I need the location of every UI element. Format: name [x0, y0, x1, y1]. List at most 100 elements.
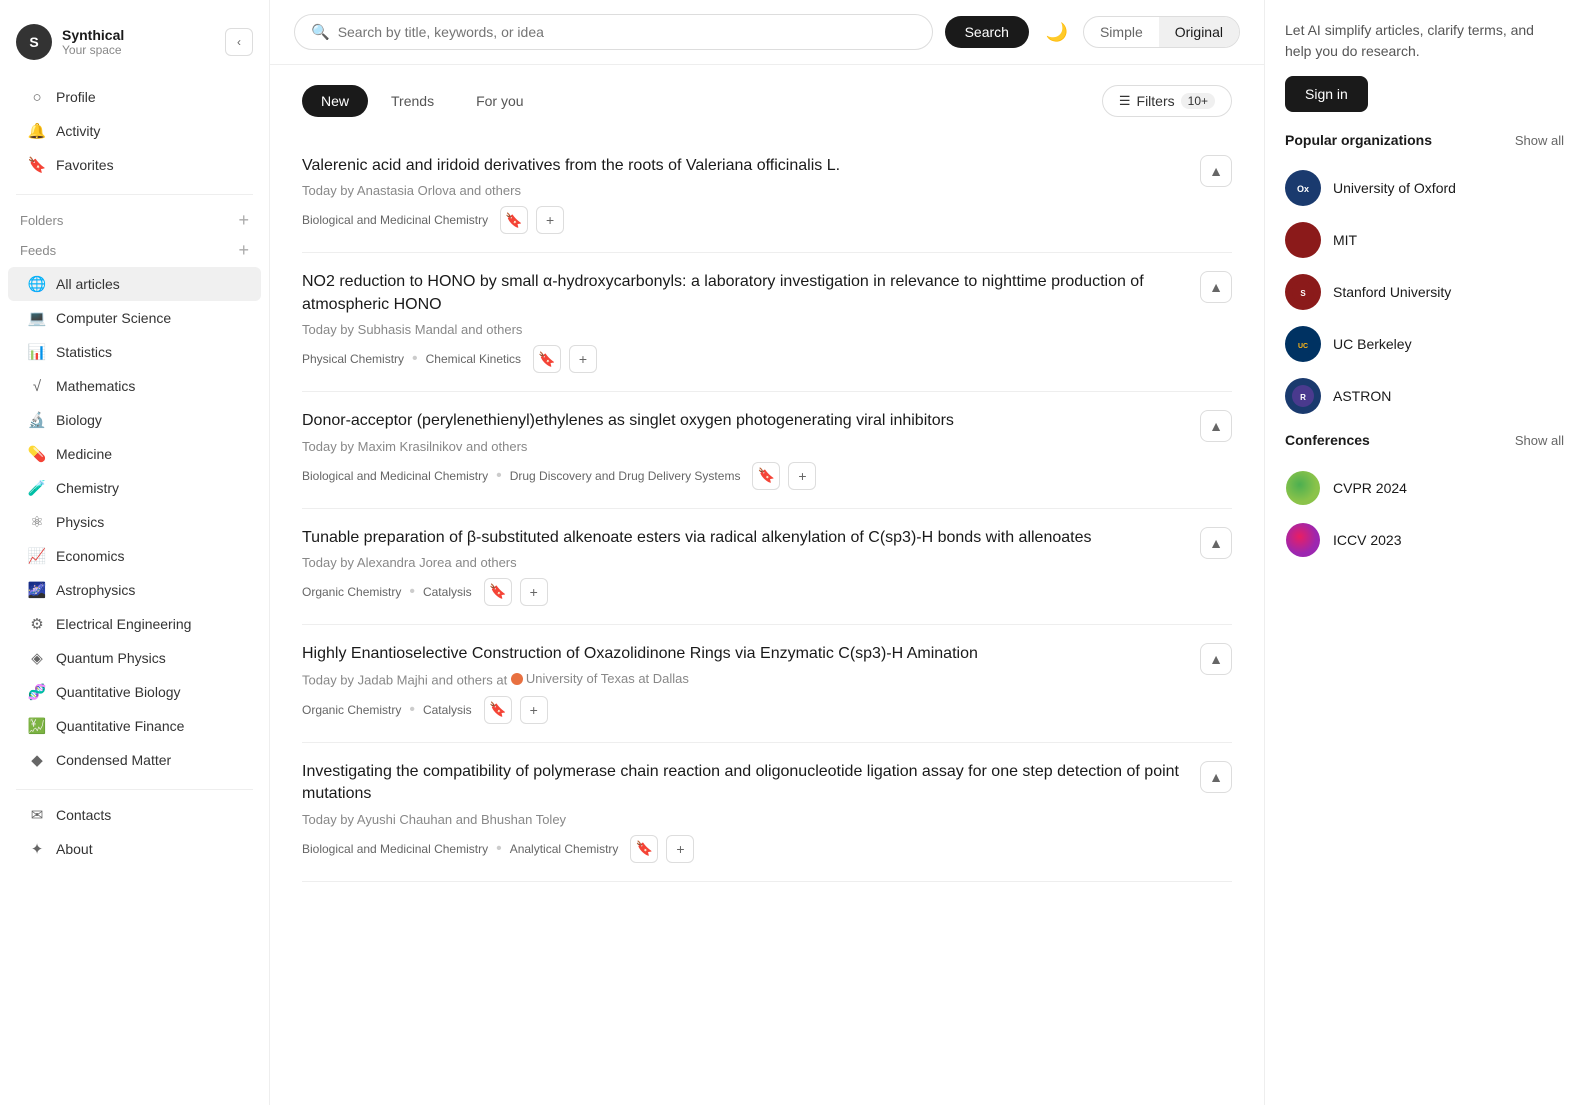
article-tags: Biological and Medicinal Chemistry 🔖 + — [302, 206, 1184, 234]
article-tag: Catalysis — [423, 585, 472, 599]
view-simple-button[interactable]: Simple — [1084, 17, 1159, 47]
bookmark-button[interactable]: 🔖 — [752, 462, 780, 490]
article-title[interactable]: Donor-acceptor (perylenethienyl)ethylene… — [302, 410, 1184, 432]
upvote-button[interactable]: ▲ — [1200, 643, 1232, 675]
add-button[interactable]: + — [536, 206, 564, 234]
table-row: Highly Enantioselective Construction of … — [302, 625, 1232, 743]
sidebar-item-physics[interactable]: ⚛Physics — [8, 505, 261, 539]
filters-button[interactable]: ☰ Filters 10+ — [1102, 85, 1232, 117]
org-item-oxford[interactable]: Ox University of Oxford — [1285, 162, 1564, 214]
bookmark-button[interactable]: 🔖 — [484, 696, 512, 724]
sidebar-item-economics[interactable]: 📈Economics — [8, 539, 261, 573]
sidebar-item-quantum-physics[interactable]: ◈Quantum Physics — [8, 641, 261, 675]
folders-section-header: Folders + — [0, 203, 269, 233]
divider-2 — [16, 789, 253, 790]
conf-name-iccv2023: ICCV 2023 — [1333, 532, 1401, 548]
orgs-title: Popular organizations — [1285, 132, 1432, 148]
bookmark-button[interactable]: 🔖 — [533, 345, 561, 373]
sidebar-item-electrical-engineering[interactable]: ⚙Electrical Engineering — [8, 607, 261, 641]
bookmark-button[interactable]: 🔖 — [500, 206, 528, 234]
orgs-section-header: Popular organizations Show all — [1285, 132, 1564, 148]
upvote-button[interactable]: ▲ — [1200, 155, 1232, 187]
search-input[interactable] — [338, 24, 916, 40]
topbar: 🔍 Search 🌙 Simple Original — [270, 0, 1264, 65]
tab-trends[interactable]: Trends — [372, 85, 453, 117]
conf-logo-cvpr2024 — [1285, 470, 1321, 506]
conf-item-iccv2023[interactable]: ICCV 2023 — [1285, 514, 1564, 566]
conf-name-cvpr2024: CVPR 2024 — [1333, 480, 1407, 496]
tag-separator: • — [409, 701, 415, 719]
orgs-show-all[interactable]: Show all — [1515, 133, 1564, 148]
sidebar-item-contacts[interactable]: ✉ Contacts — [8, 798, 261, 832]
article-title[interactable]: Highly Enantioselective Construction of … — [302, 643, 1184, 665]
sign-in-button[interactable]: Sign in — [1285, 76, 1368, 112]
feed-icon-economics: 📈 — [28, 547, 46, 565]
org-item-stanford[interactable]: S Stanford University — [1285, 266, 1564, 318]
sidebar-item-all-articles[interactable]: 🌐All articles — [8, 267, 261, 301]
table-row: Valerenic acid and iridoid derivatives f… — [302, 137, 1232, 253]
sidebar-item-about[interactable]: ✦ About — [8, 832, 261, 866]
sidebar: S Synthical Your space ‹ ○ Profile 🔔 Act… — [0, 0, 270, 1105]
search-container[interactable]: 🔍 — [294, 14, 933, 50]
add-button[interactable]: + — [520, 578, 548, 606]
conferences-title: Conferences — [1285, 432, 1370, 448]
add-folder-button[interactable]: + — [238, 211, 249, 229]
add-button[interactable]: + — [520, 696, 548, 724]
view-toggle: Simple Original — [1083, 16, 1240, 48]
svg-text:S: S — [1300, 289, 1306, 298]
upvote-button[interactable]: ▲ — [1200, 761, 1232, 793]
article-title[interactable]: Tunable preparation of β-substituted alk… — [302, 527, 1184, 549]
conf-item-cvpr2024[interactable]: CVPR 2024 — [1285, 462, 1564, 514]
add-button[interactable]: + — [788, 462, 816, 490]
article-tags: Biological and Medicinal Chemistry•Drug … — [302, 462, 1184, 490]
tab-new[interactable]: New — [302, 85, 368, 117]
org-item-uc-berkeley[interactable]: UC UC Berkeley — [1285, 318, 1564, 370]
org-logo-oxford: Ox — [1285, 170, 1321, 206]
sidebar-item-favorites[interactable]: 🔖 Favorites — [8, 148, 261, 182]
sidebar-item-condensed-matter[interactable]: ◆Condensed Matter — [8, 743, 261, 777]
sidebar-item-chemistry[interactable]: 🧪Chemistry — [8, 471, 261, 505]
upvote-button[interactable]: ▲ — [1200, 271, 1232, 303]
sidebar-item-quantitative-biology[interactable]: 🧬Quantitative Biology — [8, 675, 261, 709]
feed-icon-quantum-physics: ◈ — [28, 649, 46, 667]
article-meta: Today by Subhasis Mandal and others — [302, 322, 1184, 337]
tab-for-you[interactable]: For you — [457, 85, 542, 117]
tabs-row: New Trends For you ☰ Filters 10+ — [302, 85, 1232, 117]
sidebar-item-astrophysics[interactable]: 🌌Astrophysics — [8, 573, 261, 607]
sidebar-item-profile[interactable]: ○ Profile — [8, 80, 261, 114]
table-row: Investigating the compatibility of polym… — [302, 743, 1232, 882]
sidebar-item-statistics[interactable]: 📊Statistics — [8, 335, 261, 369]
conferences-container: CVPR 2024 ICCV 2023 — [1285, 462, 1564, 566]
tag-separator: • — [409, 583, 415, 601]
bookmark-button[interactable]: 🔖 — [630, 835, 658, 863]
upvote-button[interactable]: ▲ — [1200, 410, 1232, 442]
article-tag: Drug Discovery and Drug Delivery Systems — [510, 469, 741, 483]
add-button[interactable]: + — [569, 345, 597, 373]
add-feed-button[interactable]: + — [238, 241, 249, 259]
article-title[interactable]: Valerenic acid and iridoid derivatives f… — [302, 155, 1184, 177]
collapse-sidebar-button[interactable]: ‹ — [225, 28, 253, 56]
sidebar-item-quantitative-finance[interactable]: 💹Quantitative Finance — [8, 709, 261, 743]
sidebar-header: S Synthical Your space ‹ — [0, 16, 269, 76]
sidebar-item-computer-science[interactable]: 💻Computer Science — [8, 301, 261, 335]
feed-icon-mathematics: √ — [28, 377, 46, 395]
sidebar-item-activity[interactable]: 🔔 Activity — [8, 114, 261, 148]
conferences-show-all[interactable]: Show all — [1515, 433, 1564, 448]
org-name-oxford: University of Oxford — [1333, 180, 1456, 196]
org-item-astron[interactable]: R ASTRON — [1285, 370, 1564, 422]
sidebar-item-mathematics[interactable]: √Mathematics — [8, 369, 261, 403]
article-title[interactable]: NO2 reduction to HONO by small α-hydroxy… — [302, 271, 1184, 316]
bookmark-button[interactable]: 🔖 — [484, 578, 512, 606]
sidebar-item-biology[interactable]: 🔬Biology — [8, 403, 261, 437]
article-title[interactable]: Investigating the compatibility of polym… — [302, 761, 1184, 806]
dark-mode-button[interactable]: 🌙 — [1041, 16, 1073, 48]
feed-icon-electrical-engineering: ⚙ — [28, 615, 46, 633]
upvote-button[interactable]: ▲ — [1200, 527, 1232, 559]
org-item-mit[interactable]: MIT — [1285, 214, 1564, 266]
org-name-astron: ASTRON — [1333, 388, 1391, 404]
view-original-button[interactable]: Original — [1159, 17, 1239, 47]
sidebar-item-medicine[interactable]: 💊Medicine — [8, 437, 261, 471]
search-button[interactable]: Search — [945, 16, 1029, 48]
article-tag: Biological and Medicinal Chemistry — [302, 842, 488, 856]
add-button[interactable]: + — [666, 835, 694, 863]
